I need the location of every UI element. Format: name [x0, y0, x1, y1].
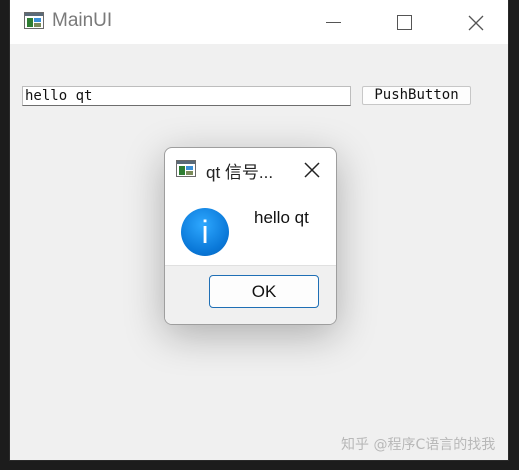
info-icon: i	[181, 208, 229, 256]
dialog-title: qt 信号...	[206, 163, 274, 182]
maximize-icon	[397, 15, 412, 30]
watermark: 知乎 @程序C语言的找我	[341, 437, 496, 453]
close-icon	[468, 15, 484, 31]
text-input[interactable]: hello qt	[22, 86, 351, 106]
message-box: qt 信号... i hello qt OK	[164, 147, 337, 325]
app-icon	[24, 12, 44, 29]
push-button[interactable]: PushButton	[362, 86, 471, 105]
minimize-icon	[326, 22, 341, 23]
dialog-app-icon	[176, 160, 196, 177]
dialog-message: hello qt	[254, 208, 309, 227]
title-bar[interactable]: MainUI	[10, 0, 508, 44]
window-title: MainUI	[52, 10, 113, 31]
dialog-title-bar[interactable]: qt 信号...	[165, 148, 336, 186]
maximize-button[interactable]	[382, 6, 426, 38]
dialog-button-bar: OK	[165, 265, 336, 324]
close-icon	[304, 162, 320, 178]
close-button[interactable]	[454, 6, 498, 38]
ok-button[interactable]: OK	[209, 275, 319, 308]
dialog-close-button[interactable]	[303, 161, 321, 183]
minimize-button[interactable]	[310, 6, 354, 38]
